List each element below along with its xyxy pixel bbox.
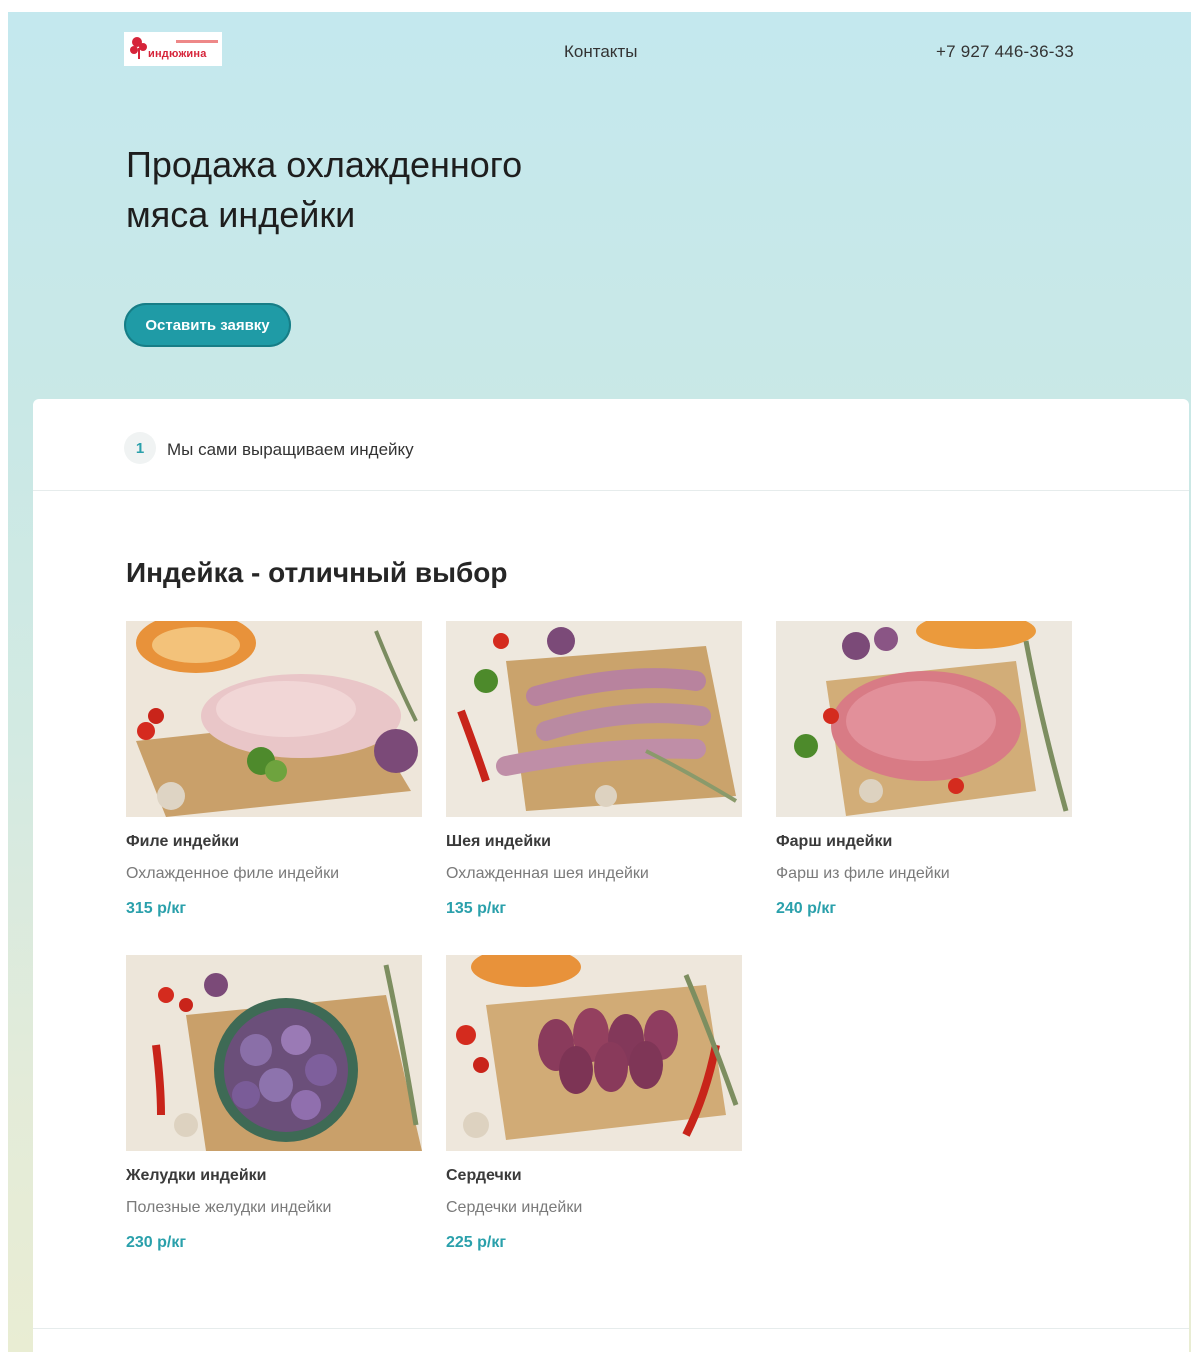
product-description: Полезные желудки индейки	[126, 1199, 332, 1216]
product-card[interactable]: Сердечки Сердечки индейки 225 р/кг	[446, 955, 742, 1252]
hero-title-line1: Продажа охлажденного	[126, 144, 523, 185]
product-photo-neck[interactable]	[446, 621, 742, 817]
product-card[interactable]: Шея индейки Охлажденная шея индейки 135 …	[446, 621, 742, 918]
phone-link[interactable]: +7 927 446-36-33	[936, 42, 1074, 62]
turkey-logo-icon	[130, 37, 147, 59]
product-price: 225 р/кг	[446, 1234, 507, 1251]
nav-contacts-link[interactable]: Контакты	[564, 42, 637, 62]
logo[interactable]: индюжина	[124, 32, 222, 66]
product-name: Шея индейки	[446, 833, 551, 850]
hearts-photo-image	[446, 955, 742, 1151]
hero-title: Продажа охлажденного мяса индейки	[126, 140, 646, 240]
product-price: 230 р/кг	[126, 1234, 187, 1251]
product-photo-hearts[interactable]	[446, 955, 742, 1151]
product-description: Охлажденная шея индейки	[446, 865, 649, 882]
step-row: 1 Мы сами выращиваем индейку	[33, 399, 1189, 491]
product-name: Филе индейки	[126, 833, 240, 850]
product-price: 135 р/кг	[446, 900, 507, 917]
product-photo-fillet[interactable]	[126, 621, 422, 817]
gizzards-photo-image	[126, 955, 422, 1151]
content-card: 1 Мы сами выращиваем индейку Индейка - о…	[33, 399, 1189, 1352]
product-name: Фарш индейки	[776, 833, 893, 850]
product-description: Сердечки индейки	[446, 1199, 583, 1216]
neck-photo-image	[446, 621, 742, 817]
logo-tagline-bar	[176, 40, 218, 43]
product-name: Желудки индейки	[126, 1167, 267, 1184]
section-divider	[33, 1328, 1189, 1329]
product-photo-mince[interactable]	[776, 621, 1072, 817]
hero-title-line2: мяса индейки	[126, 194, 356, 235]
product-name: Сердечки	[446, 1167, 522, 1184]
logo-text: индюжина	[148, 48, 207, 60]
mince-photo-image	[776, 621, 1072, 817]
step-number-badge: 1	[124, 432, 156, 464]
product-price: 240 р/кг	[776, 900, 837, 917]
step-text: Мы сами выращиваем индейку	[167, 440, 414, 459]
product-price: 315 р/кг	[126, 900, 187, 917]
product-card[interactable]: Филе индейки Охлажденное филе индейки 31…	[126, 621, 422, 918]
fillet-photo-image	[126, 621, 422, 817]
product-photo-gizzards[interactable]	[126, 955, 422, 1151]
product-card[interactable]: Желудки индейки Полезные желудки индейки…	[126, 955, 422, 1252]
product-description: Фарш из филе индейки	[776, 865, 950, 882]
site-header: индюжина Контакты +7 927 446-36-33	[8, 12, 1191, 92]
catalog-title: Индейка - отличный выбор	[126, 557, 508, 588]
leave-request-button[interactable]: Оставить заявку	[124, 303, 291, 347]
product-card[interactable]: Фарш индейки Фарш из филе индейки 240 р/…	[776, 621, 1072, 918]
page: индюжина Контакты +7 927 446-36-33 Прода…	[8, 12, 1191, 1352]
product-description: Охлажденное филе индейки	[126, 865, 340, 882]
